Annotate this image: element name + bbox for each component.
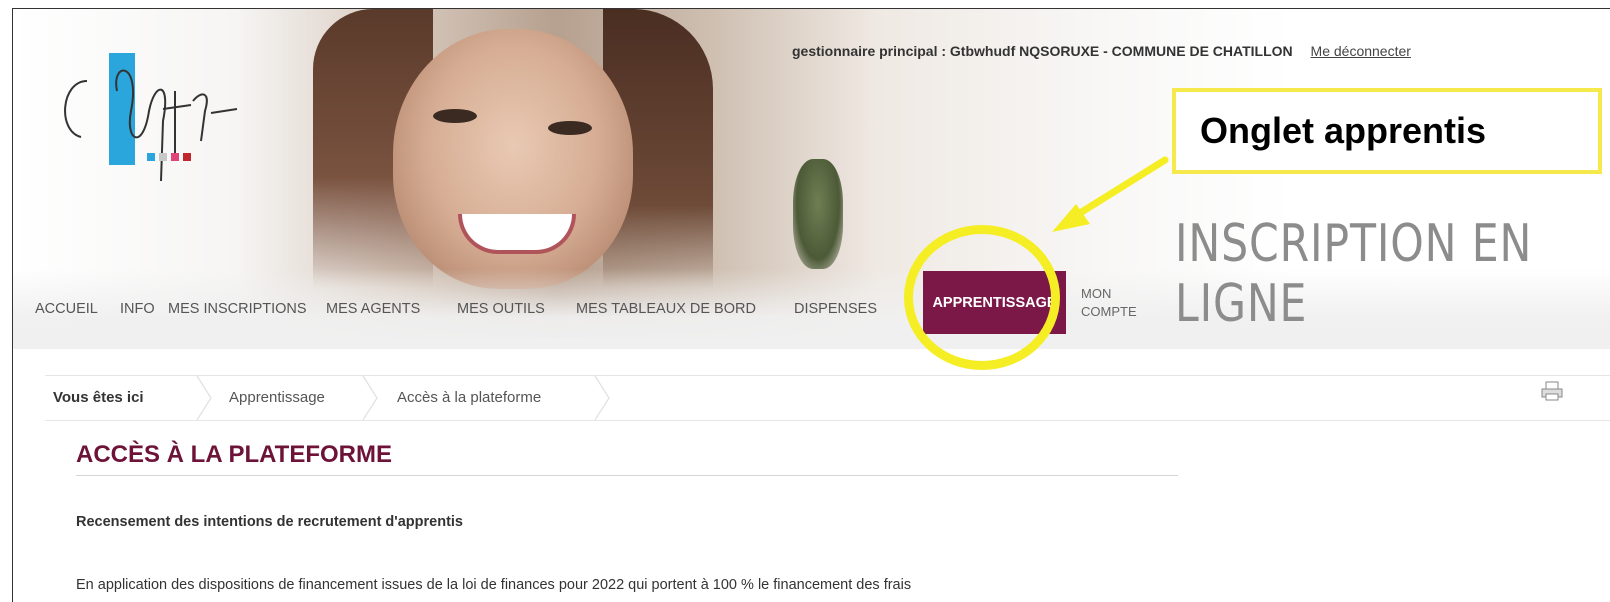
- annotation-arrow-icon: [1052, 156, 1169, 232]
